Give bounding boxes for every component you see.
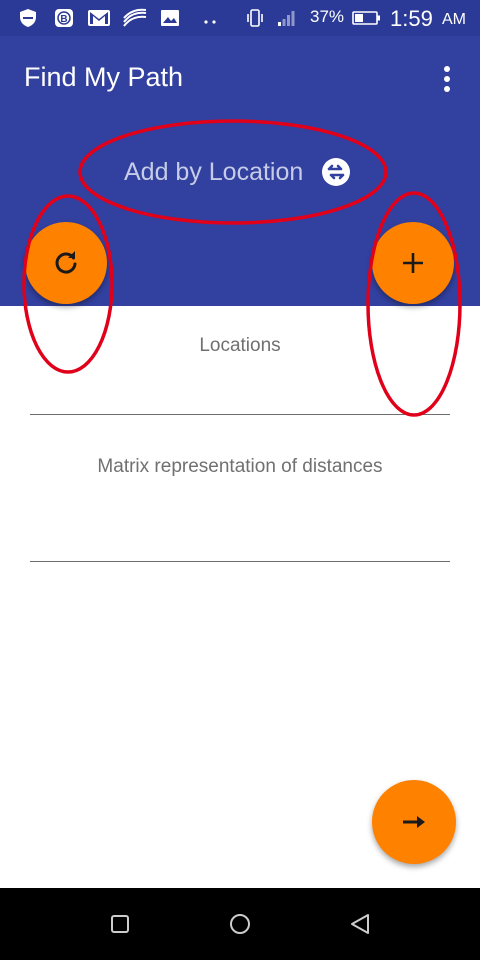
arrow-right-icon (403, 816, 425, 828)
battery-percent: 37% (310, 7, 345, 26)
swap-horizontal-icon (322, 158, 350, 186)
refresh-button[interactable] (25, 222, 107, 304)
status-bar: B 37% 1:59 AM (0, 0, 480, 36)
add-by-location-toggle[interactable]: Add by Location (120, 154, 360, 194)
screen: B 37% 1:59 AM Find My Path Add by Locati… (0, 0, 480, 960)
shield-icon (20, 9, 36, 27)
signal-icon (278, 11, 295, 26)
svg-text:B: B (60, 14, 67, 25)
swiftkey-icon (123, 8, 147, 27)
add-location-button[interactable] (372, 222, 454, 304)
app-title: Find My Path (24, 62, 184, 92)
home-circle-icon[interactable] (226, 910, 254, 938)
b-app-icon: B (55, 9, 73, 27)
locations-hint: Locations (199, 335, 281, 356)
clock-time: 1:59 (390, 6, 433, 31)
matrix-hint: Matrix representation of distances (97, 456, 383, 477)
next-button[interactable] (372, 780, 456, 864)
add-icon (403, 253, 423, 273)
more-vert-icon (444, 66, 450, 72)
clock-ampm: AM (442, 11, 466, 28)
refresh-icon (55, 251, 77, 274)
navigation-bar (0, 888, 480, 960)
image-icon (161, 10, 179, 26)
back-triangle-icon[interactable] (346, 910, 374, 938)
vibrate-icon (247, 9, 263, 27)
distance-matrix-field[interactable]: Matrix representation of distances (30, 440, 450, 562)
mode-toggle-label: Add by Location (124, 158, 304, 186)
overflow-menu-button[interactable] (430, 62, 464, 96)
gmail-icon (88, 10, 110, 26)
battery-icon (352, 11, 380, 25)
more-dots-icon (204, 20, 216, 24)
locations-field[interactable]: Locations (30, 318, 450, 415)
recents-square-icon[interactable] (106, 910, 134, 938)
